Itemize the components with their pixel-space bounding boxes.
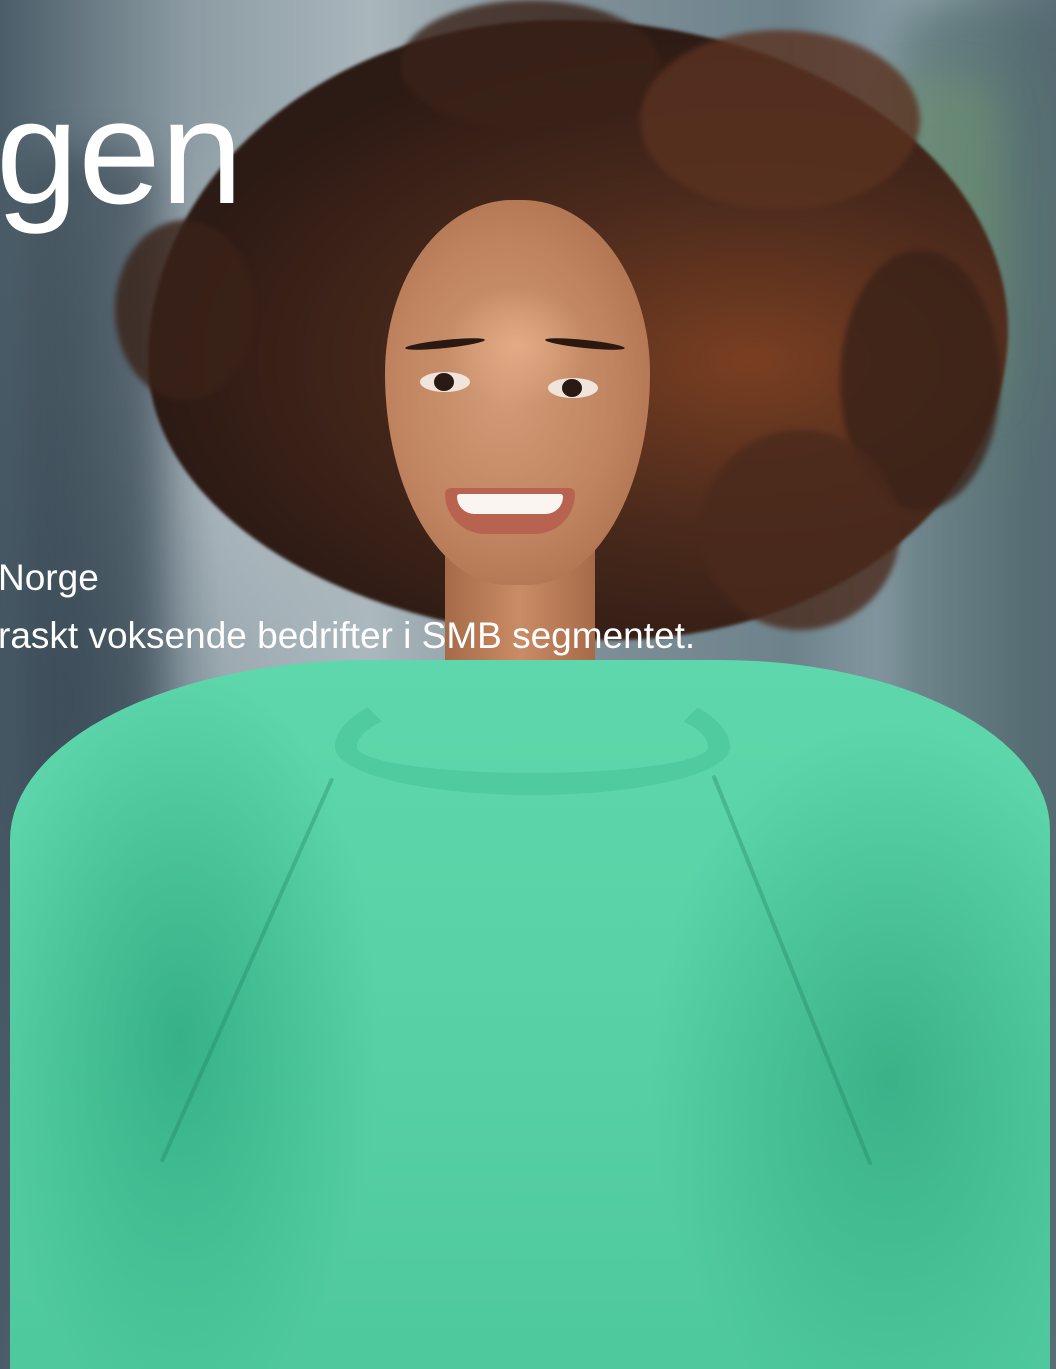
left-eye (420, 372, 470, 392)
right-eye (548, 378, 598, 398)
hero-headline: gen (0, 70, 243, 235)
hero-subline-description: raskt voksende bedrifter i SMB segmentet… (0, 615, 696, 656)
hero-subline-location: Norge (0, 557, 99, 598)
hero-banner: gen Norge raskt voksende bedrifter i SMB… (0, 0, 1056, 1369)
